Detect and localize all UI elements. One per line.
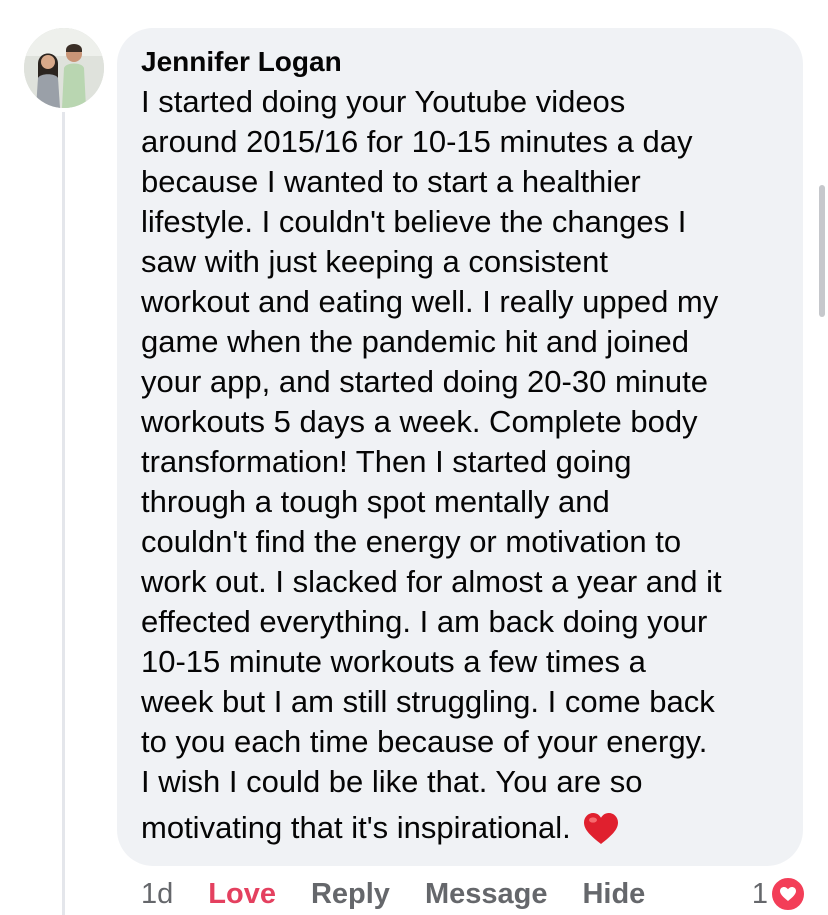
avatar-photo (24, 28, 104, 108)
reply-button[interactable]: Reply (311, 878, 390, 911)
comment-line-text: motivating that it's inspirational. (141, 810, 571, 845)
comment-line: couldn't find the energy or motivation t… (141, 524, 682, 559)
comment-line: game when the pandemic hit and joined (141, 324, 690, 359)
reaction-count: 1 (751, 877, 768, 910)
thread-line (62, 112, 65, 915)
reaction-summary[interactable]: 1 (752, 876, 806, 912)
comment-line: transformation! Then I started going (141, 444, 632, 479)
comment-line: week but I am still struggling. I come b… (141, 684, 715, 719)
comment-line: effected everything. I am back doing you… (141, 604, 708, 639)
comment-line: work out. I slacked for almost a year an… (141, 564, 722, 599)
comment-line: 10-15 minute workouts a few times a (141, 644, 646, 679)
scrollbar[interactable] (819, 185, 825, 317)
comment-bubble: Jennifer Logan I started doing your Yout… (117, 28, 803, 866)
comment-line-last: motivating that it's inspirational. (141, 802, 783, 862)
comment-line: workout and eating well. I really upped … (141, 284, 719, 319)
hide-button[interactable]: Hide (582, 878, 645, 911)
comment-line: through a tough spot mentally and (141, 484, 610, 519)
heart-emoji-icon (583, 810, 619, 862)
comment-author[interactable]: Jennifer Logan (141, 44, 783, 80)
comment-line: around 2015/16 for 10-15 minutes a day (141, 124, 693, 159)
comment-line: saw with just keeping a consistent (141, 244, 608, 279)
message-button[interactable]: Message (425, 878, 548, 911)
comment-actions: 1d Love Reply Message Hide (141, 874, 645, 914)
comment-line: lifestyle. I couldn't believe the change… (141, 204, 687, 239)
comment-line: because I wanted to start a healthier (141, 164, 641, 199)
avatar[interactable] (24, 28, 104, 108)
comment-line: your app, and started doing 20-30 minute (141, 364, 708, 399)
comment-line: I wish I could be like that. You are so (141, 764, 643, 799)
comment-timestamp[interactable]: 1d (141, 878, 173, 911)
comment-line: I started doing your Youtube videos (141, 84, 626, 119)
comment-text: I started doing your Youtube videos arou… (141, 82, 783, 862)
comment-line: to you each time because of your energy. (141, 724, 708, 759)
comment-line: workouts 5 days a week. Complete body (141, 404, 698, 439)
heart-reaction-icon (770, 876, 806, 912)
love-button[interactable]: Love (208, 878, 276, 911)
